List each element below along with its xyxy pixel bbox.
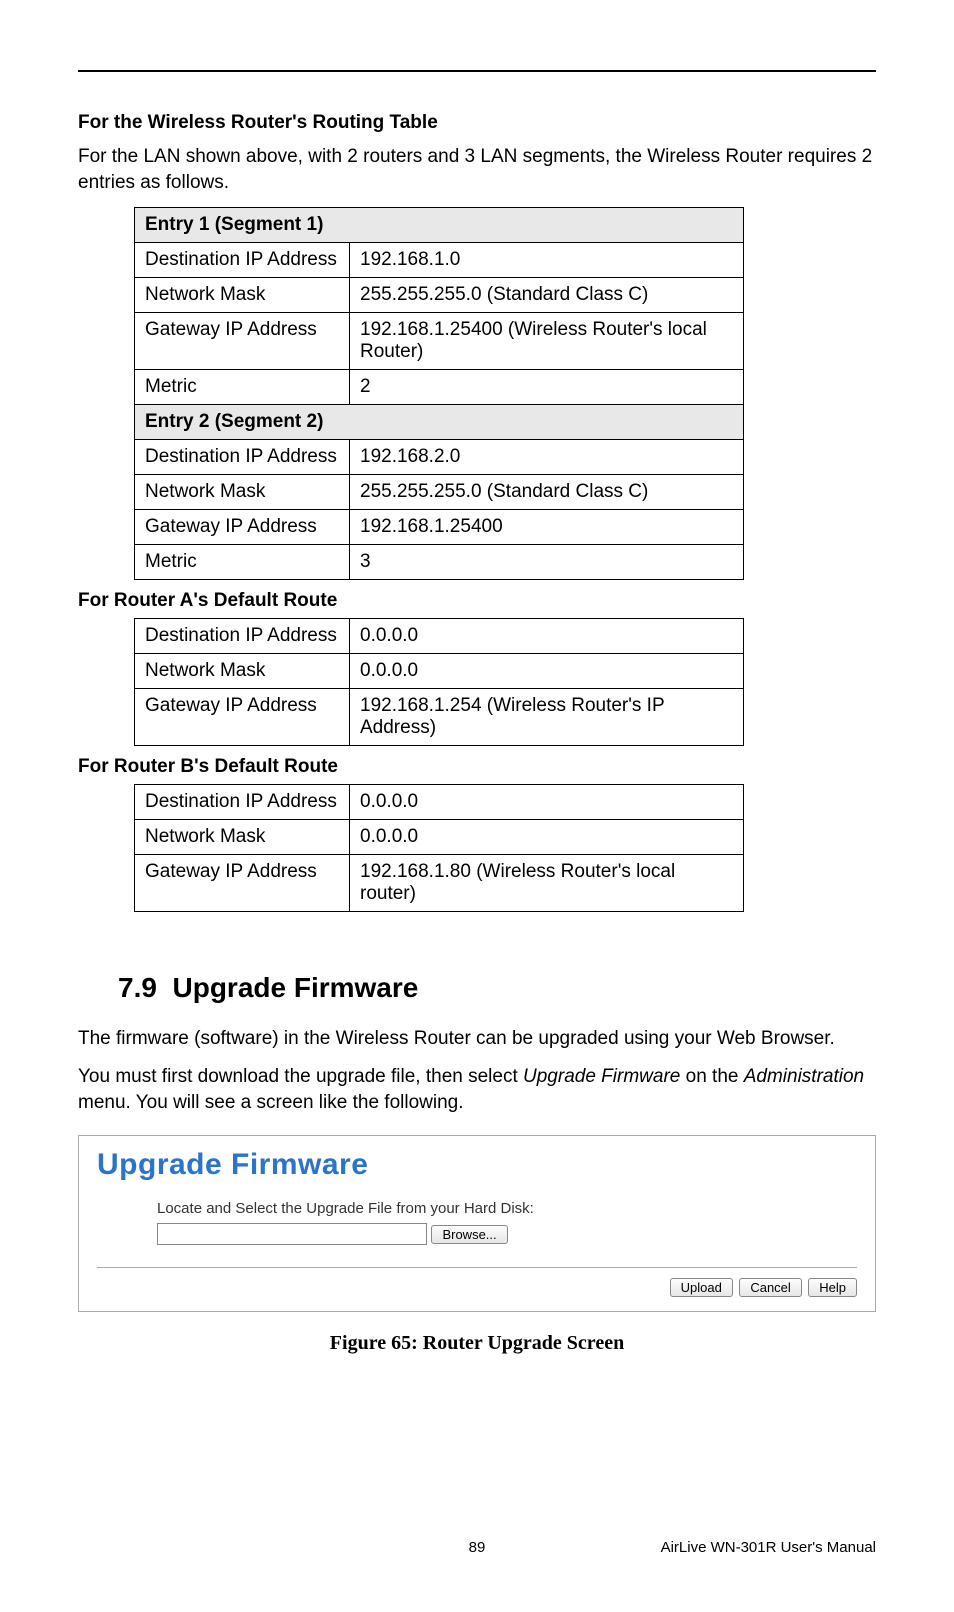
table-value: 192.168.1.25400 (Wireless Router's local… xyxy=(350,313,744,370)
footer-right: AirLive WN-301R User's Manual xyxy=(661,1539,876,1556)
figure-caption: Figure 65: Router Upgrade Screen xyxy=(78,1332,876,1355)
table-value: 192.168.1.80 (Wireless Router's local ro… xyxy=(350,855,744,912)
text-run: You must first download the upgrade file… xyxy=(78,1066,523,1087)
heading-routing-table: For the Wireless Router's Routing Table xyxy=(78,112,876,134)
file-path-input[interactable] xyxy=(157,1223,427,1245)
upgrade-para-2: You must first download the upgrade file… xyxy=(78,1064,876,1115)
table-label: Destination IP Address xyxy=(135,243,350,278)
routing-table-a: Destination IP Address0.0.0.0 Network Ma… xyxy=(134,618,744,746)
heading-router-b: For Router B's Default Route xyxy=(78,756,876,778)
routing-table-main: Entry 1 (Segment 1) Destination IP Addre… xyxy=(134,207,744,580)
table-label: Network Mask xyxy=(135,820,350,855)
text-run-italic: Administration xyxy=(744,1066,864,1087)
table-value: 0.0.0.0 xyxy=(350,785,744,820)
table-label: Network Mask xyxy=(135,654,350,689)
table-label: Network Mask xyxy=(135,278,350,313)
upload-button[interactable]: Upload xyxy=(670,1278,733,1297)
heading-router-a: For Router A's Default Route xyxy=(78,590,876,612)
section-title: Upgrade Firmware xyxy=(173,972,419,1003)
routing-table-b: Destination IP Address0.0.0.0 Network Ma… xyxy=(134,784,744,912)
table-value: 255.255.255.0 (Standard Class C) xyxy=(350,278,744,313)
cancel-button[interactable]: Cancel xyxy=(739,1278,801,1297)
footer: 89 AirLive WN-301R User's Manual xyxy=(78,1539,876,1556)
table-value: 192.168.1.25400 xyxy=(350,510,744,545)
section-heading: 7.9 Upgrade Firmware xyxy=(118,972,876,1004)
table-label: Destination IP Address xyxy=(135,619,350,654)
table-value: 255.255.255.0 (Standard Class C) xyxy=(350,475,744,510)
table-label: Metric xyxy=(135,545,350,580)
table-value: 0.0.0.0 xyxy=(350,654,744,689)
section-number: 7.9 xyxy=(118,972,157,1003)
entry1-header: Entry 1 (Segment 1) xyxy=(135,208,744,243)
entry2-header: Entry 2 (Segment 2) xyxy=(135,405,744,440)
help-button[interactable]: Help xyxy=(808,1278,857,1297)
table-label: Metric xyxy=(135,370,350,405)
upgrade-firmware-panel: Upgrade Firmware Locate and Select the U… xyxy=(78,1135,876,1312)
browse-button[interactable]: Browse... xyxy=(431,1225,507,1244)
table-label: Destination IP Address xyxy=(135,785,350,820)
text-run: on the xyxy=(680,1066,743,1087)
routing-intro-text: For the LAN shown above, with 2 routers … xyxy=(78,144,876,195)
table-value: 3 xyxy=(350,545,744,580)
table-value: 0.0.0.0 xyxy=(350,820,744,855)
text-run: menu. You will see a screen like the fol… xyxy=(78,1092,464,1113)
table-label: Network Mask xyxy=(135,475,350,510)
table-label: Gateway IP Address xyxy=(135,313,350,370)
table-value: 192.168.1.254 (Wireless Router's IP Addr… xyxy=(350,689,744,746)
upgrade-para-1: The firmware (software) in the Wireless … xyxy=(78,1026,876,1052)
locate-instruction: Locate and Select the Upgrade File from … xyxy=(157,1200,857,1217)
table-label: Destination IP Address xyxy=(135,440,350,475)
top-rule xyxy=(78,70,876,72)
button-row: Upload Cancel Help xyxy=(97,1267,857,1297)
table-value: 192.168.2.0 xyxy=(350,440,744,475)
table-label: Gateway IP Address xyxy=(135,689,350,746)
table-label: Gateway IP Address xyxy=(135,510,350,545)
table-value: 2 xyxy=(350,370,744,405)
table-value: 0.0.0.0 xyxy=(350,619,744,654)
panel-title: Upgrade Firmware xyxy=(97,1148,857,1182)
text-run-italic: Upgrade Firmware xyxy=(523,1066,680,1087)
file-input-row: Browse... xyxy=(157,1223,857,1245)
table-label: Gateway IP Address xyxy=(135,855,350,912)
table-value: 192.168.1.0 xyxy=(350,243,744,278)
